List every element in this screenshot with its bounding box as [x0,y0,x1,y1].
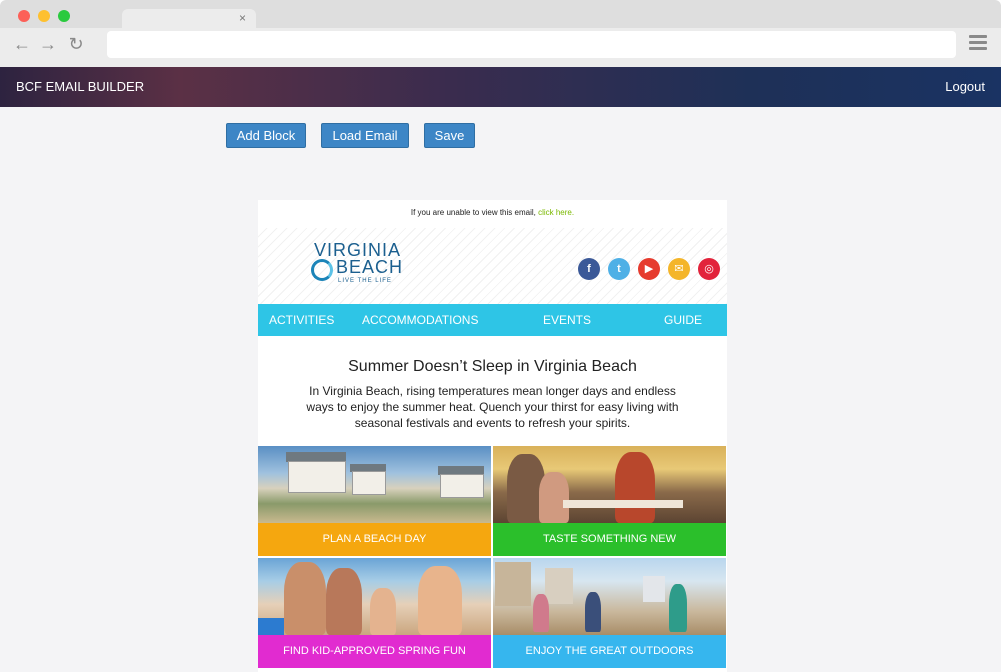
nav-accommodations[interactable]: ACCOMMODATIONS [362,313,478,327]
tile-label: FIND KID-APPROVED SPRING FUN [258,635,491,668]
nav-activities[interactable]: ACTIVITIES [269,313,334,327]
logo-tagline: LIVE THE LIFE [338,278,392,284]
tile-kid-approved-fun[interactable]: FIND KID-APPROVED SPRING FUN [258,558,491,668]
save-button[interactable]: Save [424,123,475,148]
email-headline: Summer Doesn’t Sleep in Virginia Beach [348,358,637,375]
minimize-window-button[interactable] [38,10,50,22]
email-nav-bar: ACTIVITIES ACCOMMODATIONS EVENTS GUIDE [258,304,727,336]
reload-icon[interactable]: ↻ [66,34,86,54]
twitter-icon[interactable]: t [608,258,630,280]
wave-icon [311,259,333,281]
youtube-icon[interactable]: ▶ [638,258,660,280]
view-online-link[interactable]: click here. [538,208,574,217]
tile-plan-beach-day[interactable]: PLAN A BEACH DAY [258,446,491,556]
email-builder-app: BCF EMAIL BUILDER Logout Add Block Load … [0,67,1001,672]
app-header: BCF EMAIL BUILDER Logout [0,67,1001,107]
nav-events[interactable]: EVENTS [543,313,591,327]
logout-link[interactable]: Logout [945,79,985,94]
tile-taste-something-new[interactable]: TASTE SOMETHING NEW [493,446,726,556]
tile-label: ENJOY THE GREAT OUTDOORS [493,635,726,668]
preheader-text: If you are unable to view this email, [410,208,536,217]
tile-label: PLAN A BEACH DAY [258,523,491,556]
maximize-window-button[interactable] [58,10,70,22]
email-intro: In Virginia Beach, rising temperatures m… [306,384,679,430]
tab-close-icon[interactable]: × [239,11,246,25]
beach-houses-image [258,446,491,523]
nav-guide[interactable]: GUIDE [664,313,702,327]
preheader: If you are unable to view this email, cl… [258,208,727,217]
back-arrow-icon[interactable]: ← [12,34,32,54]
email-icon[interactable]: ✉ [668,258,690,280]
facebook-icon[interactable]: f [578,258,600,280]
browser-toolbar: ← → ↻ [0,28,1001,67]
add-block-button[interactable]: Add Block [226,123,306,148]
tile-great-outdoors[interactable]: ENJOY THE GREAT OUTDOORS [493,558,726,668]
browser-menu-icon[interactable] [969,35,987,51]
address-bar[interactable] [107,31,956,58]
forward-arrow-icon[interactable]: → [38,34,58,54]
app-title: BCF EMAIL BUILDER [16,79,145,94]
load-email-button[interactable]: Load Email [321,123,409,148]
family-dining-image [493,446,726,523]
browser-titlebar: × [0,0,1001,31]
browser-window: × ← → ↻ BCF EMAIL BUILDER Logout Add Blo… [0,0,1001,672]
email-header: VIRGINIA BEACH LIVE THE LIFE f t ▶ ✉ ◎ [258,228,727,304]
instagram-icon[interactable]: ◎ [698,258,720,280]
virginia-beach-logo[interactable]: VIRGINIA BEACH LIVE THE LIFE [308,240,408,288]
beach-yoga-image [493,558,726,635]
logo-line2: BEACH [336,257,404,277]
email-preview: If you are unable to view this email, cl… [258,200,727,672]
close-window-button[interactable] [18,10,30,22]
family-beach-image [258,558,491,635]
tile-label: TASTE SOMETHING NEW [493,523,726,556]
